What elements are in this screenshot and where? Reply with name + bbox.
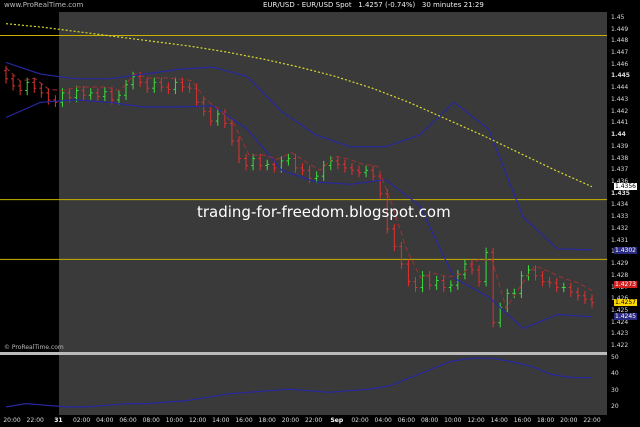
price-tick-label: 1.429: [611, 260, 629, 268]
time-tick-label: 10:00: [444, 417, 462, 424]
time-tick-label: 06:00: [397, 417, 416, 424]
indicator-tick-label: 30: [611, 386, 619, 394]
time-tick-label: 18:00: [536, 417, 555, 424]
trend-line: [5, 67, 593, 310]
time-tick-label: 04:00: [96, 417, 114, 424]
time-tick-label: 02:00: [351, 417, 369, 424]
price-tick-label: 1.443: [611, 95, 629, 103]
price-badge: 1.4257: [614, 299, 637, 307]
price-tick-label: 1.448: [611, 37, 629, 45]
time-tick-label: 20:00: [3, 417, 21, 424]
price-tick-label: 1.431: [611, 236, 629, 244]
time-tick-label: 18:00: [258, 417, 276, 424]
time-tick-label: 12:00: [188, 417, 207, 424]
indicator-tick-label: 40: [611, 370, 619, 378]
price-tick-label: 1.441: [611, 119, 629, 127]
time-tick-label: 04:00: [374, 417, 392, 424]
time-tick-label: 10:00: [165, 417, 184, 424]
time-tick-label: 22:00: [26, 417, 44, 424]
price-tick-label: 1.438: [611, 154, 629, 162]
time-tick-label: 22:00: [583, 417, 601, 424]
time-tick-label: Sep: [330, 417, 344, 424]
time-tick-label: 20:00: [560, 417, 578, 424]
indicator-tick-label: 20: [611, 402, 619, 410]
time-tick-label: 14:00: [490, 417, 508, 424]
time-tick-label: 16:00: [235, 417, 253, 424]
time-tick-label: 14:00: [212, 417, 230, 424]
price-tick-label: 1.432: [611, 224, 629, 232]
price-tick-label: 1.45: [611, 13, 625, 21]
time-tick-label: 31: [54, 417, 63, 424]
time-tick-label: 22:00: [304, 417, 323, 424]
price-tick-label: 1.434: [611, 201, 629, 209]
price-tick-label: 1.439: [611, 142, 629, 150]
time-tick-label: 12:00: [467, 417, 485, 424]
price-tick-label: 1.449: [611, 25, 629, 33]
time-tick-label: 08:00: [142, 417, 160, 424]
price-tick-label: 1.423: [611, 330, 629, 338]
price-tick-label: 1.422: [611, 342, 629, 350]
price-tick-label: 1.442: [611, 107, 629, 115]
time-tick-label: 06:00: [119, 417, 137, 424]
price-tick-label: 1.44: [611, 131, 626, 139]
price-tick-label: 1.433: [611, 213, 629, 221]
price-tick-label: 1.444: [611, 84, 629, 92]
time-tick-label: 08:00: [420, 417, 439, 424]
price-tick-label: 1.437: [611, 166, 629, 174]
price-badge: 1.4273: [614, 280, 637, 288]
upper-bollinger-band: [5, 61, 593, 251]
copyright-label: © ProRealTime.com: [4, 344, 64, 351]
price-tick-label: 1.447: [611, 49, 629, 57]
indicator-line: [5, 357, 592, 408]
price-tick-label: 1.428: [611, 271, 629, 279]
price-tick-label: 1.445: [611, 72, 630, 80]
indicator-tick-label: 50: [611, 354, 619, 362]
time-tick-label: 20:00: [281, 417, 300, 424]
price-tick-label: 1.435: [611, 189, 630, 197]
price-badge: 1.4302: [614, 246, 637, 254]
watermark-text: trading-for-freedom.blogspot.com: [197, 203, 451, 221]
price-badge: 1.4245: [614, 313, 637, 321]
price-badge: 1.4356: [614, 183, 637, 191]
time-tick-label: 16:00: [513, 417, 532, 424]
moving-average-line: [5, 23, 593, 188]
time-tick-label: 02:00: [72, 417, 91, 424]
price-tick-label: 1.446: [611, 60, 629, 68]
